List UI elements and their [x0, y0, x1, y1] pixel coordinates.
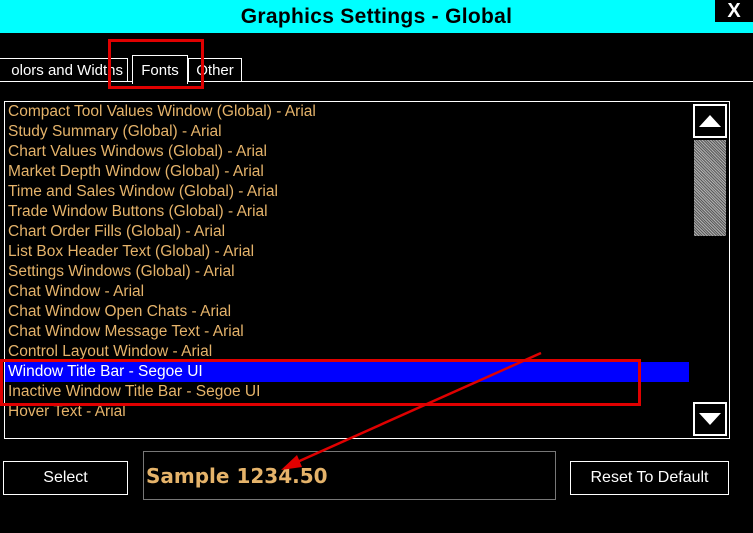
tab-label: olors and Widths — [11, 61, 123, 79]
list-item[interactable]: Study Summary (Global) - Arial — [5, 122, 689, 142]
font-list[interactable]: Compact Tool Values Window (Global) - Ar… — [4, 101, 730, 439]
scroll-down-button[interactable] — [693, 402, 727, 436]
vertical-scrollbar[interactable] — [691, 102, 729, 438]
close-icon: X — [727, 0, 741, 22]
font-list-items: Compact Tool Values Window (Global) - Ar… — [5, 102, 729, 422]
list-item[interactable]: Control Layout Window - Arial — [5, 342, 689, 362]
triangle-down-icon — [699, 413, 721, 425]
list-item[interactable]: Hover Text - Arial — [5, 402, 689, 422]
close-button[interactable]: X — [715, 0, 753, 22]
reset-to-default-button[interactable]: Reset To Default — [570, 461, 729, 495]
list-item[interactable]: Compact Tool Values Window (Global) - Ar… — [5, 102, 689, 122]
list-item[interactable]: Settings Windows (Global) - Arial — [5, 262, 689, 282]
tab-panel-border — [0, 81, 753, 82]
triangle-up-icon — [699, 115, 721, 127]
list-item[interactable]: Chat Window - Arial — [5, 282, 689, 302]
list-item[interactable]: Trade Window Buttons (Global) - Arial — [5, 202, 689, 222]
scroll-up-button[interactable] — [693, 104, 727, 138]
tab-label: Other — [196, 62, 234, 79]
list-item[interactable]: Inactive Window Title Bar - Segoe UI — [5, 382, 689, 402]
tab-label: Fonts — [141, 61, 179, 79]
list-item[interactable]: List Box Header Text (Global) - Arial — [5, 242, 689, 262]
window-title: Graphics Settings - Global — [240, 4, 513, 28]
tab-strip: olors and Widths Fonts Other — [0, 55, 753, 84]
list-item[interactable]: Market Depth Window (Global) - Arial — [5, 162, 689, 182]
tab-colors-and-widths[interactable]: olors and Widths — [0, 58, 128, 81]
tab-other[interactable]: Other — [188, 58, 242, 82]
scrollbar-thumb[interactable] — [694, 140, 726, 236]
list-item[interactable]: Window Title Bar - Segoe UI — [5, 362, 689, 382]
list-item[interactable]: Chat Window Open Chats - Arial — [5, 302, 689, 322]
tab-fonts[interactable]: Fonts — [132, 55, 188, 84]
window-title-bar: Graphics Settings - Global — [0, 0, 753, 33]
select-button-label: Select — [43, 469, 88, 486]
list-item[interactable]: Time and Sales Window (Global) - Arial — [5, 182, 689, 202]
font-sample-preview: Sample 1234.50 — [143, 451, 556, 500]
list-item[interactable]: Chat Window Message Text - Arial — [5, 322, 689, 342]
select-button[interactable]: Select — [3, 461, 128, 495]
list-item[interactable]: Chart Order Fills (Global) - Arial — [5, 222, 689, 242]
list-item[interactable]: Chart Values Windows (Global) - Arial — [5, 142, 689, 162]
reset-button-label: Reset To Default — [590, 469, 709, 486]
sample-text: Sample 1234.50 — [146, 463, 328, 488]
